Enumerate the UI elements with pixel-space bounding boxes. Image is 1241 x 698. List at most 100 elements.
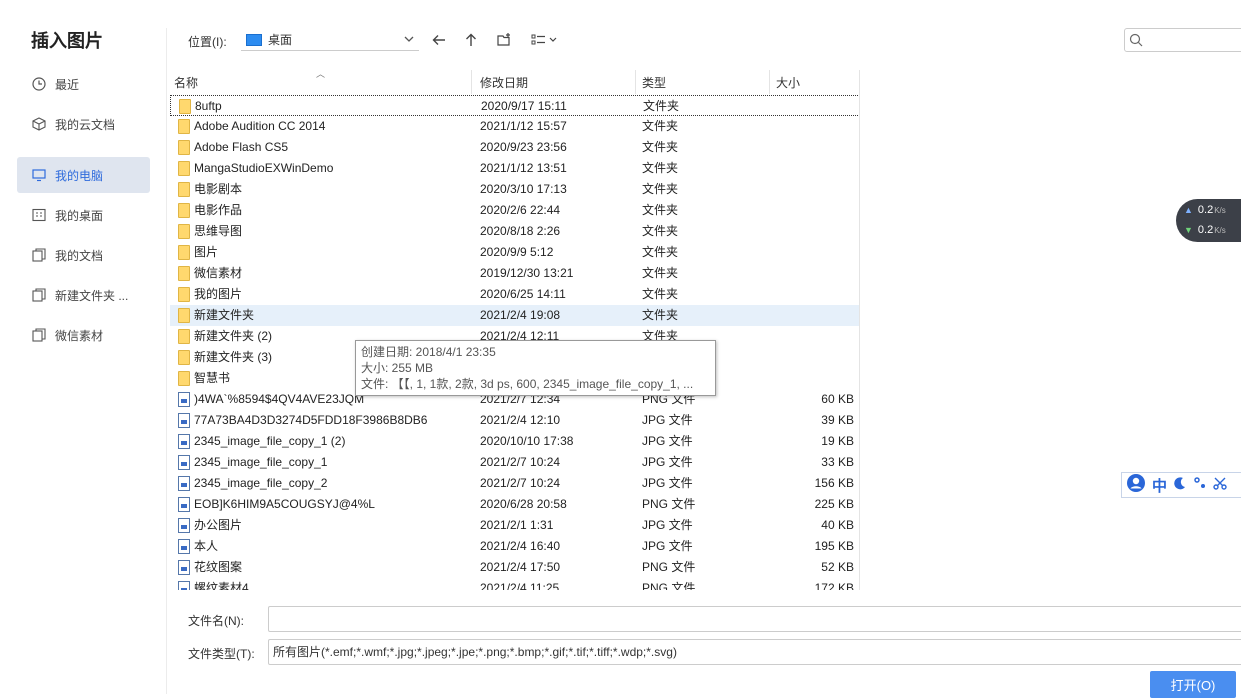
file-name: EOB]K6HIM9A5COUGSYJ@4%L <box>194 497 375 511</box>
chevron-down-icon <box>403 33 415 48</box>
sidebar-item-label: 微信素材 <box>55 328 104 343</box>
ime-user-icon[interactable] <box>1126 473 1146 497</box>
image-file-icon <box>178 497 190 512</box>
sidebar-item-my-computer[interactable]: 我的电脑 <box>17 157 150 193</box>
dialog-title: 插入图片 <box>31 31 103 51</box>
file-size <box>772 137 854 158</box>
file-row[interactable]: 办公图片 2021/2/1 1:31 JPG 文件 40 KB <box>170 515 859 536</box>
file-row[interactable]: EOB]K6HIM9A5COUGSYJ@4%L 2020/6/28 20:58 PN… <box>170 494 859 515</box>
location-select[interactable]: 桌面 <box>241 29 419 51</box>
image-file-icon <box>178 455 190 470</box>
sidebar-item-label: 最近 <box>55 77 80 92</box>
file-type: JPG 文件 <box>642 413 693 427</box>
tooltip-files: 文件: 【【, 1, 1款, 2款, 3d ps, 600, 2345_imag… <box>361 377 694 391</box>
file-name: 微信素材 <box>194 266 243 280</box>
column-header-label: 类型 <box>642 75 667 90</box>
column-header-name[interactable]: 名称 ︿ <box>170 70 472 94</box>
sidebar-item-label: 我的文档 <box>55 248 104 263</box>
scissors-icon[interactable] <box>1213 476 1227 494</box>
file-row[interactable]: 螺纹素材4 2021/2/4 11:25 PNG 文件 172 KB <box>170 578 859 590</box>
back-button[interactable] <box>429 30 449 50</box>
folder-icon <box>178 182 190 197</box>
file-type: JPG 文件 <box>642 434 693 448</box>
sidebar-item-wechat-assets[interactable]: 微信素材 <box>17 317 150 353</box>
folder-row[interactable]: 电影作品 2020/2/6 22:44 文件夹 <box>170 200 859 221</box>
folder-row[interactable]: MangaStudioEXWinDemo 2021/1/12 13:51 文件夹 <box>170 158 859 179</box>
documents-icon <box>32 288 46 302</box>
punctuation-icon[interactable] <box>1193 476 1207 494</box>
file-date: 2021/2/7 10:24 <box>480 455 561 469</box>
folder-row[interactable]: Adobe Flash CS5 2020/9/23 23:56 文件夹 <box>170 137 859 158</box>
column-header-date[interactable]: 修改日期 <box>476 70 636 94</box>
file-date: 2019/12/30 13:21 <box>480 266 574 280</box>
file-type: PNG 文件 <box>642 497 696 511</box>
sidebar-item-documents[interactable]: 我的文档 <box>17 237 150 273</box>
up-button[interactable] <box>461 30 481 50</box>
moon-icon[interactable] <box>1173 476 1187 494</box>
file-date: 2020/9/23 23:56 <box>480 140 567 154</box>
file-name: 电影作品 <box>194 203 243 217</box>
file-date: 2021/2/4 16:40 <box>480 539 561 553</box>
file-type: 文件夹 <box>642 287 679 301</box>
file-size <box>772 263 854 284</box>
view-mode-button[interactable] <box>530 30 560 50</box>
sidebar-item-cloud-docs[interactable]: 我的云文档 <box>17 106 150 142</box>
column-header-type[interactable]: 类型 <box>638 70 770 94</box>
download-arrow-icon: ▼ <box>1184 225 1193 235</box>
file-date: 2020/10/10 17:38 <box>480 434 574 448</box>
sidebar-item-recent[interactable]: 最近 <box>17 66 150 102</box>
folder-row[interactable]: Adobe Audition CC 2014 2021/1/12 15:57 文件夹 <box>170 116 859 137</box>
new-folder-button[interactable] <box>494 30 514 50</box>
folder-row[interactable]: 新建文件夹 2021/2/4 19:08 文件夹 <box>170 305 859 326</box>
file-type: 文件夹 <box>642 119 679 133</box>
file-size <box>772 347 854 368</box>
filetype-select[interactable]: 所有图片(*.emf;*.wmf;*.jpg;*.jpeg;*.jpe;*.pn… <box>268 639 1241 665</box>
column-header-label: 修改日期 <box>480 75 529 90</box>
ime-language[interactable]: 中 <box>1152 475 1167 496</box>
file-name: 新建文件夹 <box>194 308 255 322</box>
ime-toolbar[interactable]: 中 <box>1121 472 1241 498</box>
file-date: 2020/6/25 14:11 <box>480 287 566 301</box>
file-row[interactable]: 花纹图案 2021/2/4 17:50 PNG 文件 52 KB <box>170 557 859 578</box>
file-type: 文件夹 <box>642 245 679 259</box>
filename-input[interactable] <box>268 606 1241 632</box>
upload-arrow-icon: ▲ <box>1184 205 1193 215</box>
file-size: 19 KB <box>821 434 854 448</box>
file-size <box>772 368 854 389</box>
file-type: JPG 文件 <box>642 476 693 490</box>
search-input[interactable] <box>1124 28 1241 52</box>
folder-row[interactable]: 8uftp 2020/9/17 15:11 文件夹 <box>170 95 859 116</box>
file-row[interactable]: 本人 2021/2/4 16:40 JPG 文件 195 KB <box>170 536 859 557</box>
folder-icon <box>178 161 190 176</box>
folder-row[interactable]: 电影剧本 2020/3/10 17:13 文件夹 <box>170 179 859 200</box>
folder-row[interactable]: 我的图片 2020/6/25 14:11 文件夹 <box>170 284 859 305</box>
arrow-up-icon <box>466 33 476 46</box>
file-date: 2020/6/28 20:58 <box>480 497 567 511</box>
column-header-size[interactable]: 大小 <box>772 70 859 94</box>
network-speed-widget[interactable]: ▲ 0.2 K/s ▼ 0.2 K/s <box>1176 199 1241 242</box>
file-row[interactable]: 77A73BA4D3D3274D5FDD18F3986B8DB6 2021/2/4… <box>170 410 859 431</box>
sidebar-item-new-folder[interactable]: 新建文件夹 ... <box>17 277 150 313</box>
sidebar-item-desktop[interactable]: 我的桌面 <box>17 197 150 233</box>
column-header-label: 大小 <box>776 75 801 90</box>
folder-row[interactable]: 微信素材 2019/12/30 13:21 文件夹 <box>170 263 859 284</box>
desktop-grid-icon <box>32 208 46 222</box>
location-label: 位置(I): <box>188 35 227 49</box>
folder-row[interactable]: 图片 2020/9/9 5:12 文件夹 <box>170 242 859 263</box>
image-file-icon <box>178 476 190 491</box>
image-file-icon <box>178 539 190 554</box>
file-size: 156 KB <box>814 476 854 490</box>
file-type: 文件夹 <box>642 203 679 217</box>
filetype-label: 文件类型(T): <box>188 647 255 661</box>
folder-row[interactable]: 思维导图 2020/8/18 2:26 文件夹 <box>170 221 859 242</box>
file-row[interactable]: 2345_image_file_copy_1 (2) 2020/10/10 17:… <box>170 431 859 452</box>
file-row[interactable]: 2345_image_file_copy_2 2021/2/7 10:24 JPG … <box>170 473 859 494</box>
file-name: 我的图片 <box>194 287 243 301</box>
search-icon <box>1129 33 1143 50</box>
file-row[interactable]: 2345_image_file_copy_1 2021/2/7 10:24 JPG … <box>170 452 859 473</box>
cube-icon <box>32 117 46 131</box>
open-button[interactable]: 打开(O) <box>1150 671 1236 698</box>
file-date: 2020/8/18 2:26 <box>480 224 561 238</box>
view-list-icon <box>531 34 557 45</box>
file-size: 195 KB <box>814 539 854 553</box>
